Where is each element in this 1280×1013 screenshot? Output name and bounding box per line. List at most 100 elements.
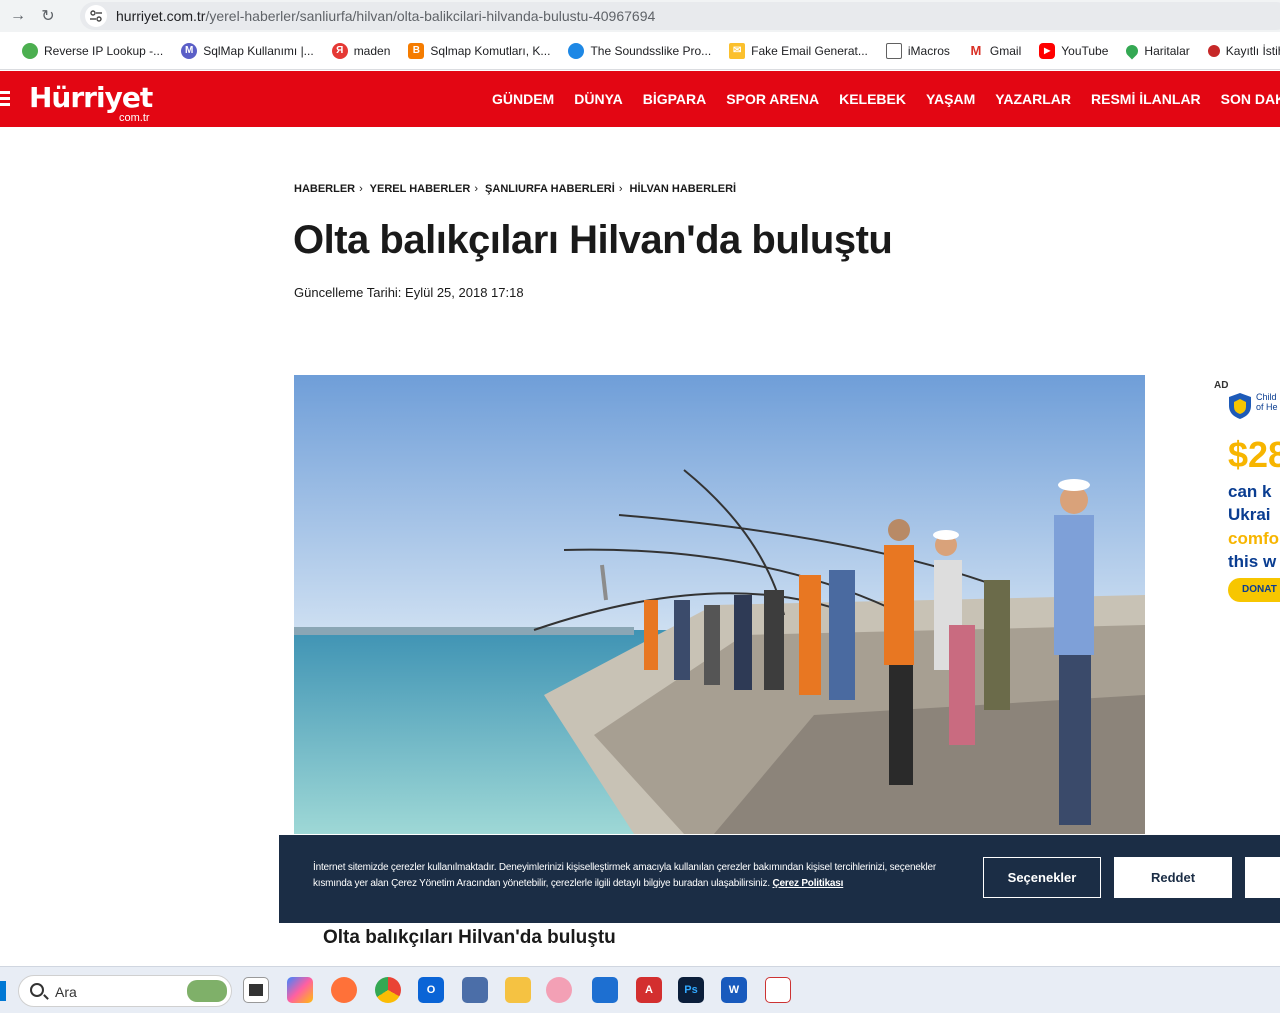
bookmark-label: Fake Email Generat...	[751, 43, 868, 58]
folder-icon	[885, 42, 902, 59]
yandex-icon: Я	[331, 42, 348, 59]
article-photo	[294, 375, 1145, 834]
top-nav: GÜNDEM DÜNYA BİGPARA SPOR ARENA KELEBEK …	[492, 91, 1280, 107]
red-dot-icon	[1207, 44, 1220, 57]
chevron-right-icon: ›	[474, 183, 478, 195]
breadcrumb-item[interactable]: HİLVAN HABERLERİ	[630, 183, 737, 195]
site-logo-sub: com.tr	[119, 112, 150, 124]
nav-kelebek[interactable]: KELEBEK	[839, 91, 906, 107]
update-date: Güncelleme Tarihi: Eylül 25, 2018 17:18	[294, 285, 524, 300]
nav-son-dakika[interactable]: SON DAK	[1221, 91, 1280, 107]
nav-bigpara[interactable]: BİGPARA	[643, 91, 707, 107]
copilot-icon[interactable]	[287, 977, 313, 1003]
shield-icon	[1229, 393, 1251, 419]
gmail-icon: M	[967, 42, 984, 59]
word-icon[interactable]: W	[721, 977, 747, 1003]
bookmark-label: maden	[353, 43, 391, 58]
bookmark-label: Sqlmap Komutları, K...	[430, 43, 551, 58]
menu-icon[interactable]	[0, 91, 10, 107]
site-logo[interactable]: Hürriyet	[29, 81, 153, 114]
nav-gundem[interactable]: GÜNDEM	[492, 91, 554, 107]
maps-pin-icon	[1123, 42, 1141, 59]
url-domain: hurriyet.com.tr	[116, 8, 206, 24]
article-title: Olta balıkçıları Hilvan'da buluştu	[293, 218, 893, 262]
browser-toolbar: → ↻ hurriyet.com.tr/yerel-haberler/sanli…	[0, 0, 1280, 32]
reload-icon[interactable]: ↻	[36, 4, 60, 28]
notepad-icon[interactable]	[592, 977, 618, 1003]
ad-org-line: of He	[1256, 402, 1278, 412]
firefox-icon[interactable]	[331, 977, 357, 1003]
bookmark-label: YouTube	[1061, 43, 1109, 58]
bookmark-item[interactable]: M SqlMap Kullanımı |...	[181, 42, 314, 59]
site-header: Hürriyet com.tr GÜNDEM DÜNYA BİGPARA SPO…	[0, 71, 1280, 127]
ad-text-line: this w	[1228, 552, 1277, 571]
ad-price: $28	[1228, 434, 1280, 475]
bookmark-item[interactable]: Яmaden	[331, 42, 391, 59]
youtube-icon: ▶	[1039, 42, 1056, 59]
photoshop-icon[interactable]: Ps	[678, 977, 704, 1003]
ad-text-line: Ukrai	[1228, 505, 1271, 524]
bookmark-label: iMacros	[907, 43, 950, 58]
forward-icon[interactable]: →	[6, 4, 30, 28]
me-icon: M	[181, 42, 198, 59]
bookmark-label: SqlMap Kullanımı |...	[203, 43, 314, 58]
search-highlight-icon	[187, 980, 227, 1002]
network-tool-icon[interactable]	[462, 977, 488, 1003]
blogger-icon: B	[408, 42, 425, 59]
task-view-icon[interactable]	[243, 977, 269, 1003]
bookmark-item[interactable]: The Soundsslike Pro...	[568, 42, 712, 59]
taskbar: Ara O A Ps W	[0, 966, 1280, 1013]
globe-icon	[22, 42, 38, 59]
start-button[interactable]	[0, 981, 6, 1001]
url-path: /yerel-haberler/sanliurfa/hilvan/olta-ba…	[205, 8, 656, 24]
bookmark-label: Reverse IP Lookup -...	[44, 43, 164, 58]
chevron-right-icon: ›	[618, 183, 623, 195]
nav-spor-arena[interactable]: SPOR ARENA	[726, 91, 819, 107]
bookmark-item[interactable]: B Sqlmap Komutları, K...	[408, 42, 551, 59]
cookie-reject-button[interactable]: Reddet	[1114, 857, 1232, 898]
site-info-icon[interactable]	[85, 5, 107, 27]
chevron-right-icon: ›	[359, 183, 363, 195]
ad-banner[interactable]: Child of He $28 can k Ukrai comfo this w …	[1222, 390, 1280, 610]
snipping-tool-icon[interactable]	[765, 977, 791, 1003]
file-explorer-icon[interactable]	[505, 977, 531, 1003]
globe-icon	[568, 42, 585, 59]
chrome-icon[interactable]	[375, 977, 401, 1003]
ad-text-line: comfo	[1228, 529, 1279, 548]
bookmark-item[interactable]: ✉ Fake Email Generat...	[729, 42, 868, 59]
ad-org-name: Child of He	[1256, 392, 1278, 412]
taskbar-search[interactable]: Ara	[18, 975, 232, 1007]
bookmark-item[interactable]: iMacros	[885, 42, 950, 59]
url-text: hurriyet.com.tr/yerel-haberler/sanliurfa…	[116, 8, 655, 24]
bookmark-label: Haritalar	[1144, 43, 1190, 58]
envelope-icon: ✉	[729, 42, 746, 59]
bookmark-label: The Soundsslike Pro...	[590, 43, 712, 58]
cookie-options-button[interactable]: Seçenekler	[983, 857, 1101, 898]
bookmark-item[interactable]: ▶ YouTube	[1039, 42, 1109, 59]
breadcrumb-item[interactable]: ŞANLIURFA HABERLERİ	[485, 183, 615, 195]
bookmarks-bar: Reverse IP Lookup -... M SqlMap Kullanımı…	[0, 32, 1280, 70]
bookmark-item[interactable]: M Gmail	[967, 42, 1022, 59]
address-bar[interactable]: hurriyet.com.tr/yerel-haberler/sanliurfa…	[80, 2, 1280, 30]
outlook-icon[interactable]: O	[418, 977, 444, 1003]
cookie-banner: İnternet sitemizde çerezler kullanılmakt…	[279, 835, 1280, 923]
nav-dunya[interactable]: DÜNYA	[574, 91, 623, 107]
bookmark-item[interactable]: Haritalar	[1123, 42, 1190, 59]
cookie-accept-button[interactable]	[1245, 857, 1280, 898]
breadcrumb-item[interactable]: YEREL HABERLER	[370, 183, 471, 195]
photo-caption: Olta balıkçıları Hilvan'da buluştu	[323, 927, 616, 948]
bookmark-item[interactable]: Reverse IP Lookup -...	[22, 42, 164, 59]
brain-app-icon[interactable]	[546, 977, 572, 1003]
nav-yasam[interactable]: YAŞAM	[926, 91, 975, 107]
nav-resmi-ilanlar[interactable]: RESMİ İLANLAR	[1091, 91, 1201, 107]
breadcrumb-item[interactable]: HABERLER	[294, 183, 355, 195]
bookmark-label: Kayıtlı İstihdam Y	[1225, 43, 1280, 58]
cookie-text: İnternet sitemizde çerezler kullanılmakt…	[313, 860, 963, 892]
nav-yazarlar[interactable]: YAZARLAR	[995, 91, 1071, 107]
bookmark-label: Gmail	[989, 43, 1022, 58]
cookie-policy-link[interactable]: Çerez Politikası	[773, 878, 844, 889]
ad-donate-button[interactable]: DONAT	[1228, 578, 1280, 602]
acrobat-icon[interactable]: A	[636, 977, 662, 1003]
bookmark-item[interactable]: Kayıtlı İstihdam Y	[1207, 43, 1280, 58]
search-icon	[30, 983, 44, 997]
